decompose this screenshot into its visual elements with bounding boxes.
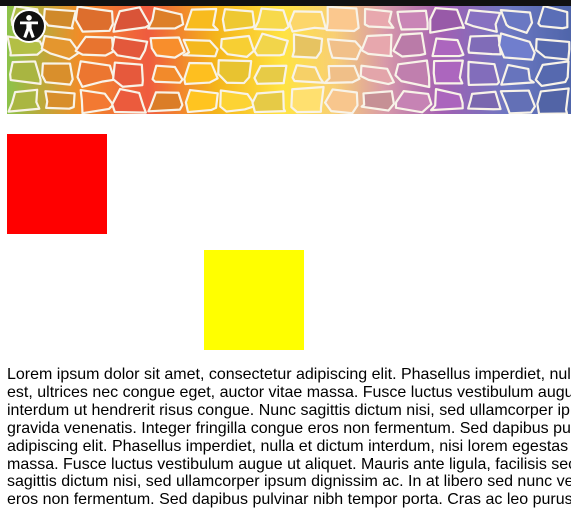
yellow-square [204, 250, 304, 350]
text-line: interdum ut hendrerit risus congue. Nunc… [7, 401, 570, 419]
mosaic-tile [111, 35, 149, 61]
decorative-mosaic-banner [7, 6, 571, 114]
mosaic-tile [326, 38, 363, 61]
mosaic-tile [253, 64, 288, 85]
mosaic-tile [9, 60, 42, 85]
mosaic-tile [396, 9, 429, 31]
mosaic-tile [291, 33, 324, 59]
mosaic-tile [44, 90, 76, 110]
mosaic-tile [183, 7, 219, 32]
mosaic-tile [182, 38, 219, 58]
mosaic-tile [363, 7, 395, 29]
mosaic-tile [251, 90, 287, 114]
mosaic-tile [323, 64, 361, 85]
mosaic-tile [467, 60, 501, 87]
mosaic-tile [432, 59, 464, 85]
mosaic-tile [183, 61, 219, 86]
mosaic-tile [288, 10, 328, 33]
text-line: gravida venenatis. Integer fringilla con… [7, 419, 571, 437]
mosaic-tile [431, 37, 465, 58]
mosaic-tile [149, 36, 186, 59]
mosaic-tile [394, 90, 433, 114]
mosaic-tile [184, 88, 219, 114]
accessibility-person-icon [20, 15, 38, 38]
mosaic-tile [42, 7, 77, 30]
mosaic-tile [536, 87, 570, 114]
mosaic-tile [219, 34, 255, 58]
mosaic-tile [467, 34, 502, 56]
mosaic-tile [360, 33, 393, 58]
mosaic-tile [111, 61, 144, 88]
red-square [7, 134, 107, 234]
accessibility-button[interactable] [12, 9, 46, 43]
mosaic-tile [324, 88, 359, 114]
mosaic-tile [467, 90, 502, 111]
mosaic-tile [217, 59, 253, 85]
text-line: sagittis dictum nisi, sed ullamcorper ip… [7, 473, 571, 491]
page: Lorem ipsum dolor sit amet, consectetur … [0, 0, 571, 514]
mosaic-tile [325, 6, 360, 33]
text-line: adipiscing elit. Phasellus imperdiet, nu… [7, 437, 569, 455]
mosaic-tile [41, 62, 74, 86]
text-line: est, ultrices nec congue eget, auctor vi… [7, 383, 571, 401]
lorem-ipsum-text: Lorem ipsum dolor sit amet, consectetur … [7, 366, 571, 514]
text-line: massa. Fusce luctus vestibulum augue ut … [7, 455, 571, 473]
text-line: Lorem ipsum dolor sit amet, consectetur … [7, 366, 571, 383]
mosaic-tile [290, 85, 325, 114]
mosaic-tile [221, 8, 256, 32]
mosaic-artwork [7, 6, 571, 114]
mosaic-tile [74, 6, 114, 33]
mosaic-tile [360, 90, 396, 112]
text-line: eros non fermentum. Sed dapibus pulvinar… [7, 491, 571, 509]
